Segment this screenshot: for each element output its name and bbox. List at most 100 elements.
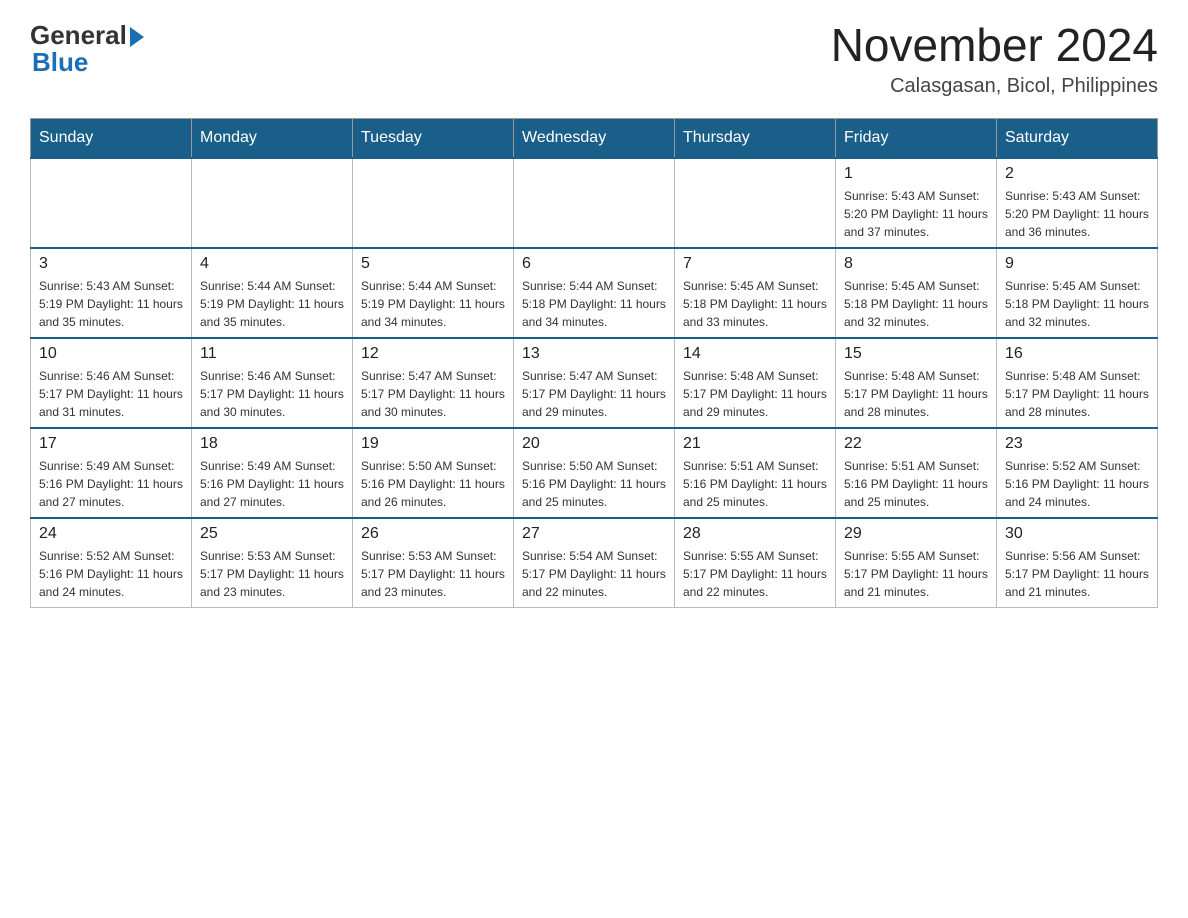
calendar-cell: 5Sunrise: 5:44 AM Sunset: 5:19 PM Daylig…	[353, 248, 514, 338]
day-info: Sunrise: 5:50 AM Sunset: 5:16 PM Dayligh…	[522, 457, 666, 511]
calendar-cell: 10 Sunrise: 5:46 AM Sunset: 5:17 PM Dayli…	[31, 338, 192, 428]
day-info: Sunrise: 5:48 AM Sunset: 5:17 PM Dayligh…	[844, 367, 988, 421]
calendar-cell: 24 Sunrise: 5:52 AM Sunset: 5:16 PM Dayli…	[31, 518, 192, 608]
calendar-table: SundayMondayTuesdayWednesdayThursdayFrid…	[30, 118, 1158, 608]
day-info: Sunrise: 5:46 AM Sunset: 5:17 PM Dayligh…	[39, 367, 183, 421]
calendar-cell: 28Sunrise: 5:55 AM Sunset: 5:17 PM Dayli…	[675, 518, 836, 608]
calendar-cell: 2Sunrise: 5:43 AM Sunset: 5:20 PM Daylig…	[997, 158, 1158, 248]
day-number: 10	[39, 345, 183, 363]
calendar-cell: 22 Sunrise: 5:51 AM Sunset: 5:16 PM Dayli…	[836, 428, 997, 518]
day-header-monday: Monday	[192, 118, 353, 158]
calendar-cell	[31, 158, 192, 248]
day-info: Sunrise: 5:47 AM Sunset: 5:17 PM Dayligh…	[522, 367, 666, 421]
day-number: 11	[200, 345, 344, 363]
calendar-cell: 11 Sunrise: 5:46 AM Sunset: 5:17 PM Dayli…	[192, 338, 353, 428]
day-info: Sunrise: 5:46 AM Sunset: 5:17 PM Dayligh…	[200, 367, 344, 421]
day-number: 12	[361, 345, 505, 363]
calendar-cell: 9Sunrise: 5:45 AM Sunset: 5:18 PM Daylig…	[997, 248, 1158, 338]
calendar-header-row: SundayMondayTuesdayWednesdayThursdayFrid…	[31, 118, 1158, 158]
calendar-cell: 21Sunrise: 5:51 AM Sunset: 5:16 PM Dayli…	[675, 428, 836, 518]
day-header-friday: Friday	[836, 118, 997, 158]
day-info: Sunrise: 5:52 AM Sunset: 5:16 PM Dayligh…	[39, 547, 183, 601]
day-number: 23	[1005, 435, 1149, 453]
day-number: 1	[844, 165, 988, 183]
logo-blue-text: Blue	[32, 47, 88, 78]
day-header-wednesday: Wednesday	[514, 118, 675, 158]
calendar-cell: 30 Sunrise: 5:56 AM Sunset: 5:17 PM Dayli…	[997, 518, 1158, 608]
day-info: Sunrise: 5:43 AM Sunset: 5:19 PM Dayligh…	[39, 277, 183, 331]
day-number: 28	[683, 525, 827, 543]
day-info: Sunrise: 5:53 AM Sunset: 5:17 PM Dayligh…	[200, 547, 344, 601]
calendar-cell: 13 Sunrise: 5:47 AM Sunset: 5:17 PM Dayli…	[514, 338, 675, 428]
day-info: Sunrise: 5:53 AM Sunset: 5:17 PM Dayligh…	[361, 547, 505, 601]
day-number: 5	[361, 255, 505, 273]
day-number: 8	[844, 255, 988, 273]
logo: General Blue	[30, 20, 144, 78]
calendar-cell: 6 Sunrise: 5:44 AM Sunset: 5:18 PM Daylig…	[514, 248, 675, 338]
day-info: Sunrise: 5:49 AM Sunset: 5:16 PM Dayligh…	[39, 457, 183, 511]
calendar-cell: 19 Sunrise: 5:50 AM Sunset: 5:16 PM Dayli…	[353, 428, 514, 518]
calendar-cell	[192, 158, 353, 248]
day-header-saturday: Saturday	[997, 118, 1158, 158]
calendar-cell: 15Sunrise: 5:48 AM Sunset: 5:17 PM Dayli…	[836, 338, 997, 428]
calendar-week-2: 3 Sunrise: 5:43 AM Sunset: 5:19 PM Daylig…	[31, 248, 1158, 338]
day-header-thursday: Thursday	[675, 118, 836, 158]
day-number: 17	[39, 435, 183, 453]
day-number: 18	[200, 435, 344, 453]
day-number: 21	[683, 435, 827, 453]
day-number: 7	[683, 255, 827, 273]
day-number: 2	[1005, 165, 1149, 183]
day-number: 19	[361, 435, 505, 453]
day-info: Sunrise: 5:44 AM Sunset: 5:18 PM Dayligh…	[522, 277, 666, 331]
calendar-cell: 8 Sunrise: 5:45 AM Sunset: 5:18 PM Daylig…	[836, 248, 997, 338]
day-number: 20	[522, 435, 666, 453]
day-number: 4	[200, 255, 344, 273]
day-info: Sunrise: 5:55 AM Sunset: 5:17 PM Dayligh…	[844, 547, 988, 601]
calendar-cell	[675, 158, 836, 248]
calendar-cell	[514, 158, 675, 248]
calendar-cell: 26 Sunrise: 5:53 AM Sunset: 5:17 PM Dayli…	[353, 518, 514, 608]
day-info: Sunrise: 5:48 AM Sunset: 5:17 PM Dayligh…	[1005, 367, 1149, 421]
day-number: 13	[522, 345, 666, 363]
page-header: General Blue November 2024 Calasgasan, B…	[30, 20, 1158, 98]
calendar-cell: 27Sunrise: 5:54 AM Sunset: 5:17 PM Dayli…	[514, 518, 675, 608]
calendar-cell: 23Sunrise: 5:52 AM Sunset: 5:16 PM Dayli…	[997, 428, 1158, 518]
calendar-cell: 18 Sunrise: 5:49 AM Sunset: 5:16 PM Dayli…	[192, 428, 353, 518]
calendar-cell: 14 Sunrise: 5:48 AM Sunset: 5:17 PM Dayli…	[675, 338, 836, 428]
day-number: 14	[683, 345, 827, 363]
day-number: 26	[361, 525, 505, 543]
calendar-title: November 2024	[831, 20, 1158, 71]
day-info: Sunrise: 5:51 AM Sunset: 5:16 PM Dayligh…	[844, 457, 988, 511]
day-info: Sunrise: 5:50 AM Sunset: 5:16 PM Dayligh…	[361, 457, 505, 511]
calendar-cell: 17 Sunrise: 5:49 AM Sunset: 5:16 PM Dayli…	[31, 428, 192, 518]
day-info: Sunrise: 5:45 AM Sunset: 5:18 PM Dayligh…	[683, 277, 827, 331]
calendar-cell: 4 Sunrise: 5:44 AM Sunset: 5:19 PM Daylig…	[192, 248, 353, 338]
day-number: 22	[844, 435, 988, 453]
day-info: Sunrise: 5:56 AM Sunset: 5:17 PM Dayligh…	[1005, 547, 1149, 601]
calendar-cell: 12 Sunrise: 5:47 AM Sunset: 5:17 PM Dayli…	[353, 338, 514, 428]
day-info: Sunrise: 5:45 AM Sunset: 5:18 PM Dayligh…	[844, 277, 988, 331]
calendar-cell: 3 Sunrise: 5:43 AM Sunset: 5:19 PM Daylig…	[31, 248, 192, 338]
day-info: Sunrise: 5:49 AM Sunset: 5:16 PM Dayligh…	[200, 457, 344, 511]
day-number: 6	[522, 255, 666, 273]
calendar-cell: 25 Sunrise: 5:53 AM Sunset: 5:17 PM Dayli…	[192, 518, 353, 608]
calendar-week-3: 10 Sunrise: 5:46 AM Sunset: 5:17 PM Dayli…	[31, 338, 1158, 428]
day-number: 24	[39, 525, 183, 543]
day-info: Sunrise: 5:44 AM Sunset: 5:19 PM Dayligh…	[200, 277, 344, 331]
day-info: Sunrise: 5:47 AM Sunset: 5:17 PM Dayligh…	[361, 367, 505, 421]
calendar-week-5: 24 Sunrise: 5:52 AM Sunset: 5:16 PM Dayli…	[31, 518, 1158, 608]
calendar-subtitle: Calasgasan, Bicol, Philippines	[831, 75, 1158, 98]
day-number: 16	[1005, 345, 1149, 363]
calendar-week-1: 1 Sunrise: 5:43 AM Sunset: 5:20 PM Daylig…	[31, 158, 1158, 248]
day-number: 27	[522, 525, 666, 543]
day-info: Sunrise: 5:48 AM Sunset: 5:17 PM Dayligh…	[683, 367, 827, 421]
day-header-sunday: Sunday	[31, 118, 192, 158]
day-number: 3	[39, 255, 183, 273]
calendar-cell	[353, 158, 514, 248]
day-number: 25	[200, 525, 344, 543]
day-number: 30	[1005, 525, 1149, 543]
day-info: Sunrise: 5:43 AM Sunset: 5:20 PM Dayligh…	[844, 187, 988, 241]
calendar-week-4: 17 Sunrise: 5:49 AM Sunset: 5:16 PM Dayli…	[31, 428, 1158, 518]
day-number: 9	[1005, 255, 1149, 273]
day-number: 29	[844, 525, 988, 543]
